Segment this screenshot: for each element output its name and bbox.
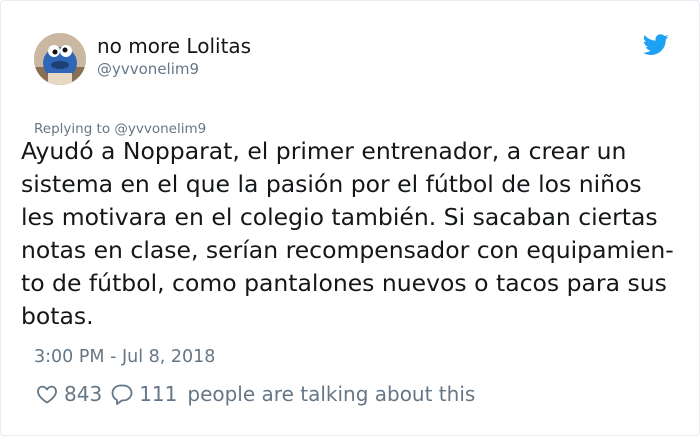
- tweet-text: Ayudó a Nopparat, el primer entrenador, …: [21, 135, 693, 333]
- tweet-text-line: sistema en el que la pasión por el fútbo…: [21, 170, 642, 198]
- talking-about-text[interactable]: people are talking about this: [187, 382, 475, 406]
- tweet-card: no more Lolitas @yvvonelim9 Replying to …: [0, 0, 700, 436]
- user-handle[interactable]: @yvvonelim9: [97, 60, 199, 78]
- twitter-bird-icon[interactable]: [642, 34, 669, 58]
- display-name[interactable]: no more Lolitas: [97, 34, 251, 58]
- speech-bubble-icon[interactable]: [110, 382, 134, 406]
- tweet-text-line: Ayudó a Nopparat, el primer entrenador, …: [21, 137, 627, 165]
- tweet-text-line: notas en clase, serían recompensador con…: [21, 236, 674, 264]
- reply-count[interactable]: 111: [139, 382, 177, 406]
- tweet-text-line: botas.: [21, 302, 94, 330]
- like-count[interactable]: 843: [64, 382, 102, 406]
- tweet-text-line: les motivara en el colegio también. Si s…: [21, 203, 658, 231]
- avatar-image: [34, 33, 86, 85]
- avatar[interactable]: [34, 33, 86, 85]
- engagement-bar: 843 111 people are talking about this: [35, 381, 475, 407]
- tweet-timestamp[interactable]: 3:00 PM - Jul 8, 2018: [34, 346, 215, 368]
- tweet-text-line: to de fútbol, como pantalones nuevos o t…: [21, 269, 667, 297]
- heart-icon[interactable]: [35, 382, 59, 406]
